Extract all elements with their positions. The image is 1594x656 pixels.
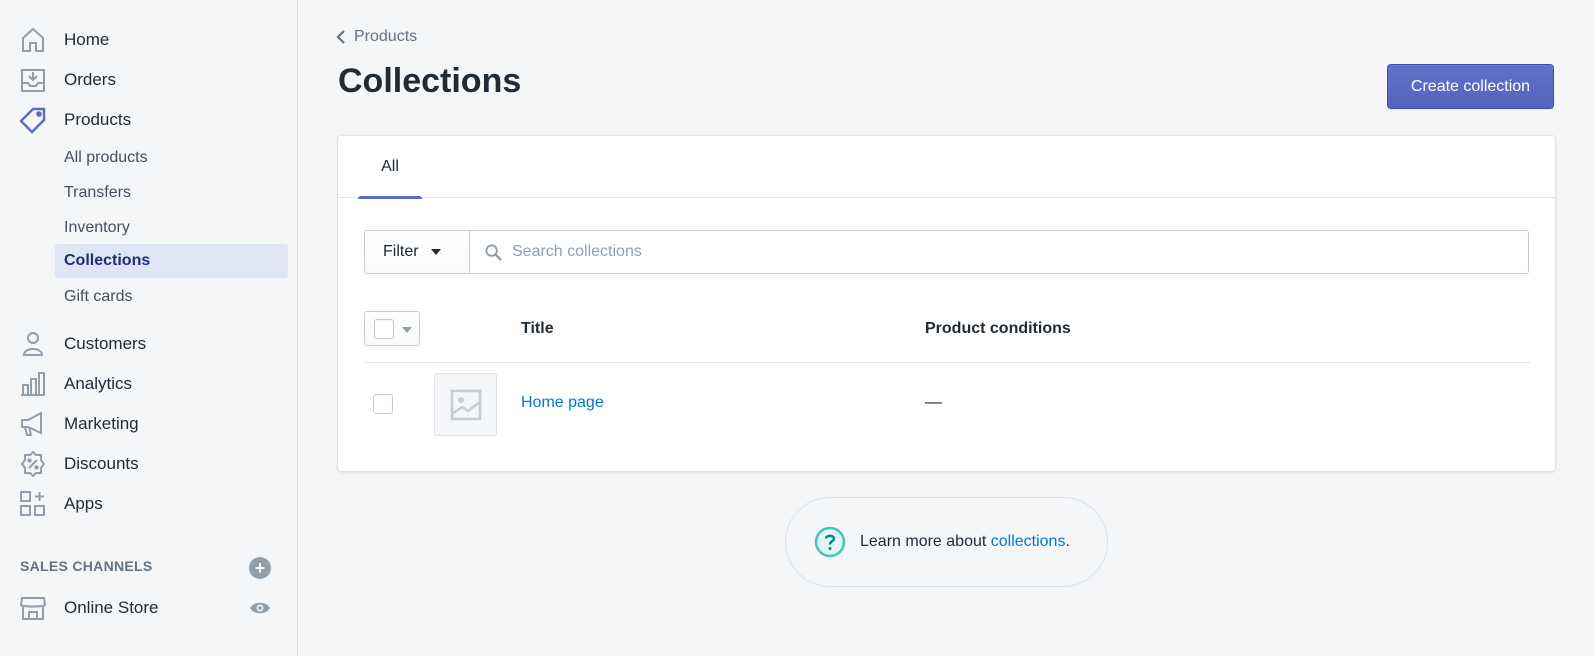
page-title: Collections [338, 62, 522, 100]
tab-selected-indicator [358, 196, 422, 199]
breadcrumb[interactable]: Products [336, 26, 417, 48]
sidebar-item-label: Analytics [64, 374, 133, 393]
sidebar-item-home[interactable]: Home [0, 22, 298, 58]
bar-chart-icon [19, 370, 47, 398]
eye-icon[interactable] [249, 597, 271, 619]
image-placeholder-icon [450, 389, 481, 420]
sidebar-item-analytics[interactable]: Analytics [0, 366, 298, 402]
search-field [469, 230, 1529, 274]
filter-button[interactable]: Filter [364, 230, 470, 274]
sidebar-subitem-transfers[interactable]: Transfers [55, 176, 288, 210]
sidebar-item-label: Discounts [64, 454, 139, 473]
column-header-title[interactable]: Title [521, 320, 554, 338]
collection-conditions: — [925, 392, 942, 411]
sidebar-item-apps[interactable]: Apps [0, 486, 298, 522]
sidebar-item-label: Apps [64, 494, 103, 513]
bulk-select-dropdown[interactable] [364, 311, 420, 346]
sidebar-item-label: Marketing [64, 414, 139, 433]
row-checkbox[interactable] [373, 394, 393, 414]
column-header-product-conditions: Product conditions [925, 320, 1071, 337]
sidebar-subitem-inventory[interactable]: Inventory [55, 211, 288, 245]
collections-help-link[interactable]: collections [991, 533, 1066, 550]
sidebar-subitem-all-products[interactable]: All products [55, 141, 288, 175]
discount-badge-icon [19, 450, 47, 478]
tab-bar: All [338, 136, 1555, 199]
sidebar-item-label: Products [64, 110, 132, 129]
collections-card: All Filter Title Product conditions Home… [338, 136, 1555, 471]
help-text: Learn more about collections. [860, 533, 1070, 551]
question-circle-icon [814, 526, 846, 558]
breadcrumb-label: Products [354, 28, 418, 45]
sidebar-item-discounts[interactable]: Discounts [0, 446, 298, 482]
megaphone-icon [19, 410, 47, 438]
home-icon [19, 26, 47, 54]
sidebar-item-products[interactable]: Products [0, 102, 298, 138]
sidebar-subitem-gift-cards[interactable]: Gift cards [55, 280, 288, 314]
collection-thumbnail[interactable] [434, 373, 497, 436]
help-prefix: Learn more about [860, 533, 991, 550]
create-collection-button[interactable]: Create collection [1387, 64, 1554, 109]
sales-channels-heading: SALES CHANNELS [20, 558, 153, 574]
tab-all[interactable]: All [358, 136, 422, 199]
tab-label: All [381, 158, 399, 175]
sidebar-item-label: Customers [64, 334, 147, 353]
add-sales-channel-button[interactable]: + [249, 557, 271, 579]
sidebar-item-label: Orders [64, 70, 116, 89]
sidebar-item-marketing[interactable]: Marketing [0, 406, 298, 442]
sidebar-item-label: Home [64, 30, 110, 49]
chevron-left-icon [336, 30, 345, 44]
apps-grid-icon [19, 490, 47, 518]
search-input[interactable] [512, 231, 1512, 273]
help-footer: Learn more about collections. [785, 497, 1108, 587]
sidebar-item-orders[interactable]: Orders [0, 62, 298, 98]
caret-down-icon [430, 249, 441, 255]
orders-icon [19, 66, 47, 94]
search-icon [485, 244, 502, 261]
caret-down-icon [402, 327, 412, 333]
divider [364, 362, 1530, 363]
select-all-checkbox[interactable] [374, 319, 394, 339]
sidebar-item-customers[interactable]: Customers [0, 326, 298, 362]
person-icon [19, 330, 47, 358]
sidebar: Home Orders Products All products Transf… [0, 0, 298, 656]
filter-label: Filter [383, 243, 419, 260]
help-suffix: . [1065, 533, 1070, 550]
sidebar-item-label: Online Store [64, 598, 159, 617]
collection-title-link[interactable]: Home page [521, 394, 604, 412]
tag-icon [19, 106, 47, 134]
plus-icon: + [254, 558, 266, 578]
sidebar-subitem-collections[interactable]: Collections [55, 244, 288, 278]
store-icon [19, 594, 47, 622]
